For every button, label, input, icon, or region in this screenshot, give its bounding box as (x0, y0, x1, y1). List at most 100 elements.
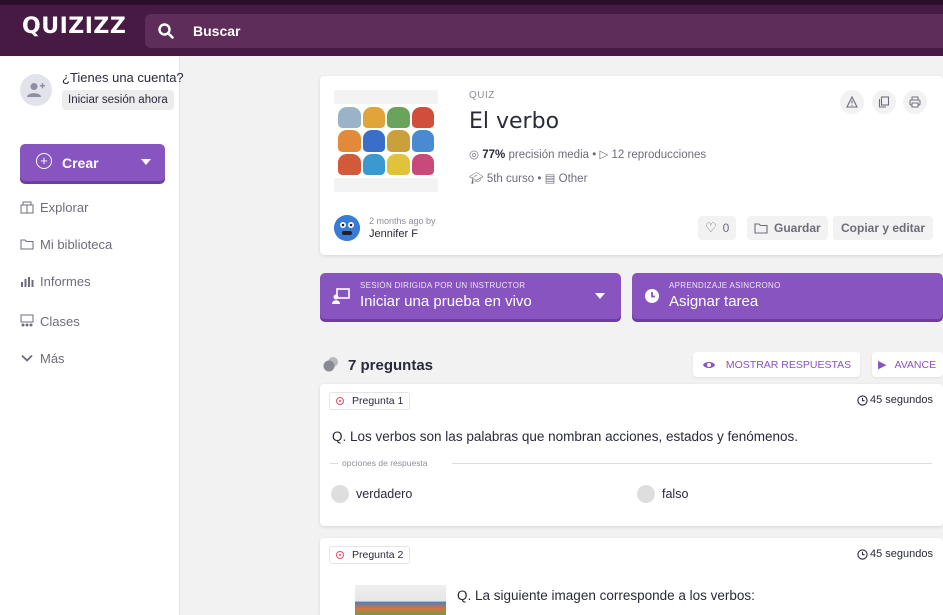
subject-label: Other (558, 173, 588, 185)
divider (330, 463, 338, 464)
heart-icon: ♡ (705, 220, 717, 235)
grade-label: 5th curso (486, 173, 535, 185)
sidebar: ¿Tienes una cuenta? Iniciar sesión ahora… (0, 56, 184, 615)
plus-circle-icon: + (36, 153, 52, 169)
explore-icon (20, 201, 34, 214)
question-text: Q. La siguiente imagen corresponde a los… (457, 588, 755, 603)
play-icon: ▷ (599, 149, 609, 161)
sidebar-item-explore[interactable]: Explorar (20, 196, 88, 218)
advance-label: AVANCE (894, 358, 937, 371)
question-number: Pregunta 2 (352, 549, 404, 561)
thumbnail-image (334, 104, 438, 178)
quiz-stats: ◎ 77% precisión media • ▷ 12 reproduccio… (469, 147, 706, 161)
save-button[interactable]: Guardar (747, 216, 828, 240)
accuracy-label: precisión media (508, 149, 590, 161)
monster-avatar-icon (334, 215, 360, 241)
answer-option: verdadero (331, 485, 412, 503)
question-type-icon (336, 397, 344, 405)
answer-option: falso (637, 485, 688, 503)
top-strip (0, 0, 943, 5)
question-type-icon (336, 551, 344, 559)
quiz-type: QUIZ (469, 90, 495, 101)
plays-count: 12 reproducciones (611, 149, 707, 161)
sidebar-item-label: Explorar (40, 199, 89, 215)
sidebar-item-label: Clases (40, 313, 80, 329)
clock-icon (857, 394, 868, 406)
question-tag: Pregunta 1 (329, 392, 411, 410)
question-time: 45 segundos (857, 394, 933, 406)
separator-dot: • (537, 173, 545, 185)
login-button[interactable]: Iniciar sesión ahora (62, 90, 174, 110)
homework-title: Asignar tarea (669, 293, 759, 310)
question-card-1[interactable]: Pregunta 1 45 segundos Q. Los verbos son… (320, 384, 943, 526)
top-bar: QUIZIZZ Buscar (0, 0, 943, 56)
author-name[interactable]: Jennifer F (369, 228, 418, 240)
option-label: falso (662, 487, 689, 501)
sidebar-item-classes[interactable]: Clases (20, 310, 80, 332)
sidebar-item-more[interactable]: Más (20, 347, 65, 369)
show-answers-label: MOSTRAR RESPUESTAS (725, 358, 852, 371)
start-live-quiz-button[interactable]: SESIÓN DIRIGIDA POR UN INSTRUCTOR Inicia… (320, 273, 621, 319)
subject-icon: ▤ (544, 173, 556, 185)
question-card-2[interactable]: Pregunta 2 45 segundos Q. La siguiente i… (320, 538, 943, 615)
option-bubble-icon (637, 485, 655, 503)
homework-subtitle: APRENDIZAJE ASINCRONO (669, 281, 781, 290)
preview-button[interactable]: ▶ AVANCE (872, 352, 943, 377)
quizizz-logo[interactable]: QUIZIZZ (22, 14, 126, 39)
folder-icon (754, 223, 768, 234)
author-time: 2 months ago by (369, 216, 436, 226)
add-user-icon (27, 83, 45, 97)
clock-icon (645, 289, 659, 303)
option-bubble-icon (331, 485, 349, 503)
answer-options-label: opciones de respuesta (342, 458, 428, 468)
printer-icon (909, 96, 921, 108)
questions-icon (323, 357, 338, 372)
warning-icon (846, 96, 858, 108)
caret-down-icon[interactable] (595, 293, 605, 299)
report-button[interactable] (840, 90, 864, 114)
print-button[interactable] (903, 90, 927, 114)
search-icon (158, 23, 174, 39)
sidebar-item-reports[interactable]: Informes (20, 270, 91, 292)
search-bar[interactable]: Buscar (145, 14, 943, 48)
question-tag: Pregunta 2 (329, 546, 411, 564)
guest-avatar (20, 74, 52, 106)
time-label: 45 segundos (870, 394, 933, 406)
option-label: verdadero (356, 487, 413, 501)
assign-homework-button[interactable]: APRENDIZAJE ASINCRONO Asignar tarea (632, 273, 943, 319)
search-input[interactable]: Buscar (193, 23, 240, 39)
sidebar-item-library[interactable]: Mi biblioteca (20, 233, 112, 255)
author-avatar[interactable] (334, 215, 360, 241)
questions-count: 7 preguntas (348, 357, 434, 374)
save-label: Guardar (774, 221, 821, 235)
clock-icon (857, 548, 868, 560)
live-title: Iniciar una prueba en vivo (360, 293, 532, 310)
duplicate-button[interactable] (872, 90, 896, 114)
copy-icon (878, 96, 890, 108)
create-button[interactable]: + Crear (20, 144, 165, 181)
quiz-meta: 🎓︎ 5th curso • ▤ Other (469, 171, 587, 185)
quiz-thumbnail (334, 90, 438, 192)
like-button[interactable]: ♡ 0 (698, 216, 737, 240)
chevron-down-icon (21, 354, 33, 362)
time-label: 45 segundos (870, 548, 933, 560)
copy-edit-button[interactable]: Copiar y editar (833, 216, 934, 240)
reports-icon (21, 277, 34, 287)
eye-icon (702, 361, 715, 368)
divider (452, 463, 932, 464)
classes-icon (20, 314, 34, 327)
sidebar-item-label: Informes (40, 273, 91, 289)
quiz-card: QUIZ El verbo ◎ 77% precisión media • ▷ … (320, 76, 943, 255)
show-answers-button[interactable]: MOSTRAR RESPUESTAS (693, 352, 860, 377)
question-text: Q. Los verbos son las palabras que nombr… (332, 429, 799, 444)
account-question: ¿Tienes una cuenta? (62, 70, 184, 85)
caret-down-icon (141, 159, 151, 165)
target-icon: ◎ (469, 149, 480, 161)
presenter-icon (332, 288, 350, 304)
live-subtitle: SESIÓN DIRIGIDA POR UN INSTRUCTOR (360, 281, 526, 290)
sidebar-item-label: Más (40, 350, 65, 366)
like-count: 0 (722, 221, 730, 235)
accuracy-value: 77% (482, 149, 506, 161)
question-image (355, 585, 446, 615)
play-icon: ▶ (878, 359, 887, 371)
